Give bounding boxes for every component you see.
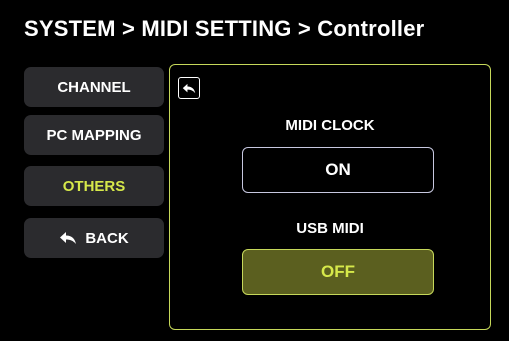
midi-clock-toggle[interactable]: ON — [242, 147, 434, 193]
reply-arrow-icon — [182, 83, 196, 94]
channel-button[interactable]: CHANNEL — [24, 67, 164, 107]
back-button[interactable]: BACK — [24, 218, 164, 258]
channel-label: CHANNEL — [57, 78, 131, 96]
usb-midi-value: OFF — [321, 262, 355, 281]
reply-arrow-icon — [59, 231, 77, 245]
breadcrumb-title: SYSTEM > MIDI SETTING > Controller — [24, 16, 425, 41]
pc-mapping-button[interactable]: PC MAPPING — [24, 115, 164, 155]
midi-clock-label: MIDI CLOCK — [285, 117, 375, 134]
pc-mapping-label: PC MAPPING — [46, 126, 142, 144]
panel-back-button[interactable] — [178, 77, 200, 99]
back-label: BACK — [85, 229, 129, 247]
others-button[interactable]: OTHERS — [24, 166, 164, 206]
controller-panel: MIDI CLOCK ON USB MIDI OFF — [169, 64, 491, 330]
midi-clock-value: ON — [325, 160, 351, 179]
usb-midi-label: USB MIDI — [296, 220, 364, 237]
usb-midi-toggle[interactable]: OFF — [242, 249, 434, 295]
others-label: OTHERS — [62, 177, 126, 195]
